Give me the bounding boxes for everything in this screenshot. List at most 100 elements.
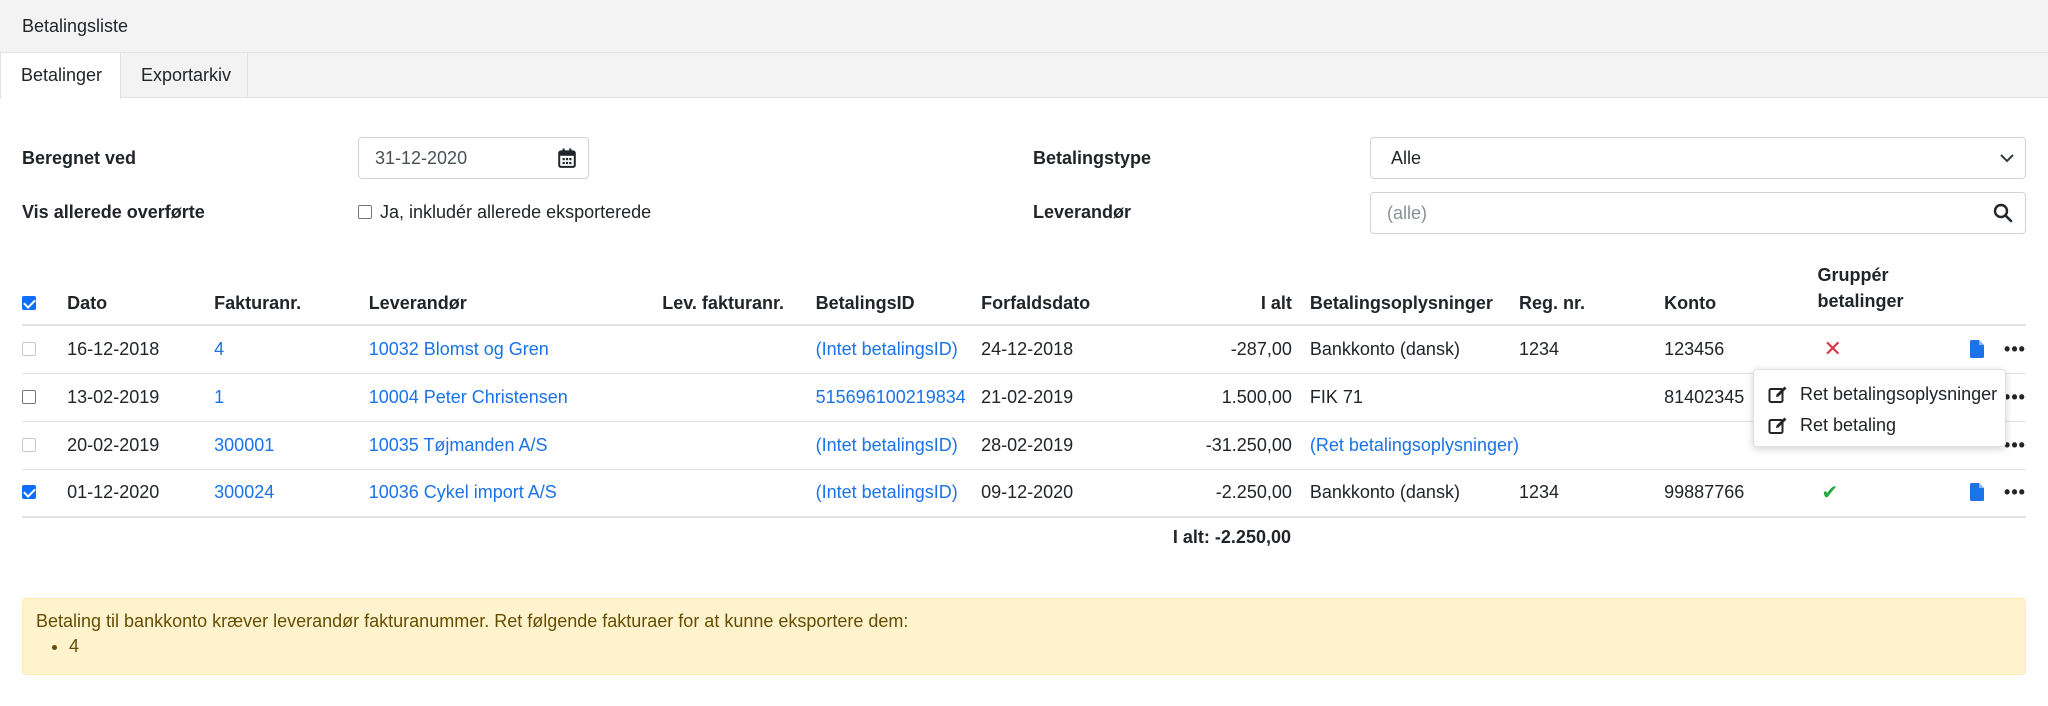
row-checkbox: [22, 437, 36, 452]
more-actions-icon[interactable]: •••: [2004, 482, 2026, 502]
payment-id-link[interactable]: (Intet betalingsID): [815, 421, 982, 470]
col-konto: Konto: [1664, 262, 1818, 326]
tab-betalinger[interactable]: Betalinger: [0, 53, 121, 99]
paytype-label: Betalingstype: [1033, 148, 1152, 168]
cell-betalingsoplysninger: Bankkonto (dansk): [1309, 469, 1519, 518]
cell-regnr: 1234: [1518, 469, 1665, 518]
cell-konto: 123456: [1664, 325, 1818, 374]
table-row: 16-12-2018 4 10032 Blomst og Gren (Intet…: [22, 325, 2026, 374]
edit-payment-info-link[interactable]: (Ret betalingsoplysninger): [1309, 421, 1519, 470]
cell-lev-fakturanr: [662, 469, 816, 518]
col-regnr: Reg. nr.: [1518, 262, 1665, 326]
include-exported-checkbox[interactable]: Ja, inkludér allerede eksporterede: [358, 202, 651, 223]
chevron-down-icon: [2000, 154, 2014, 163]
payment-id-link[interactable]: 515696100219834: [815, 373, 982, 422]
more-actions-icon[interactable]: •••: [2004, 387, 2026, 407]
more-actions-icon[interactable]: •••: [2004, 339, 2026, 359]
edit-icon: [1768, 386, 1787, 403]
invoice-link[interactable]: 4: [214, 325, 369, 374]
paytype-value: Alle: [1391, 148, 1422, 168]
col-actions: [1970, 262, 2026, 326]
cell-forfaldsdato: 28-02-2019: [981, 421, 1140, 470]
cell-lev-fakturanr: [662, 325, 816, 374]
cell-regnr: [1518, 373, 1665, 422]
include-exported-label: Ja, inkludér allerede eksporterede: [380, 202, 652, 222]
total-amount: I alt: -2.250,00: [1172, 527, 1291, 547]
col-fakturanr: Fakturanr.: [214, 262, 369, 326]
cell-ialt: -2.250,00: [1139, 469, 1310, 518]
menu-item-label: Ret betaling: [1800, 415, 1897, 435]
table-row: 13-02-2019 1 10004 Peter Christensen 515…: [22, 373, 2026, 422]
cell-dato: 13-02-2019: [67, 373, 215, 422]
cell-regnr: [1518, 421, 1665, 470]
alert-list: 4: [69, 636, 79, 657]
checkbox-box[interactable]: [358, 205, 372, 219]
invoice-link[interactable]: 300001: [214, 421, 369, 470]
document-icon[interactable]: [1970, 483, 1985, 502]
search-icon[interactable]: [1993, 203, 2013, 223]
cell-ialt: -287,00: [1139, 325, 1310, 374]
show-exported-label: Vis allerede overførte: [22, 202, 205, 222]
col-leverandor: Leverandør: [368, 262, 663, 326]
tab-exportarkiv[interactable]: Exportarkiv: [121, 53, 248, 98]
cell-forfaldsdato: 09-12-2020: [981, 469, 1140, 518]
cell-dato: 01-12-2020: [67, 469, 215, 518]
col-dato: Dato: [67, 262, 215, 326]
cell-ialt: 1.500,00: [1139, 373, 1310, 422]
more-actions-icon[interactable]: •••: [2004, 435, 2026, 455]
table-row: 20-02-2019 300001 10035 Tøjmanden A/S (I…: [22, 421, 2026, 470]
cell-dato: 16-12-2018: [67, 325, 215, 374]
invoice-link[interactable]: 1: [214, 373, 369, 422]
row-checkbox[interactable]: [22, 485, 36, 500]
valid-check-icon: ✔: [1821, 482, 1839, 505]
cell-lev-fakturanr: [662, 421, 816, 470]
supplier-link[interactable]: 10004 Peter Christensen: [368, 373, 663, 422]
col-betalingsid: BetalingsID: [815, 262, 982, 326]
paytype-select[interactable]: Alle: [1370, 137, 2026, 179]
col-lev-fakturanr: Lev. fakturanr.: [662, 262, 816, 326]
warning-alert: Betaling til bankkonto kræver leverandør…: [22, 598, 2026, 675]
supplier-label: Leverandør: [1033, 202, 1132, 222]
cell-forfaldsdato: 24-12-2018: [981, 325, 1140, 374]
window-title: Betalingsliste: [22, 16, 129, 36]
cell-betalingsoplysninger: Bankkonto (dansk): [1309, 325, 1519, 374]
invalid-x-icon: ✕: [1823, 336, 1842, 362]
cell-lev-fakturanr: [662, 373, 816, 422]
cell-ialt: -31.250,00: [1139, 421, 1310, 470]
table-header: Dato Fakturanr. Leverandør Lev. fakturan…: [22, 262, 2026, 326]
alert-list-item: 4: [69, 636, 79, 657]
calc-date-input[interactable]: 31-12-2020: [358, 137, 589, 179]
calendar-icon[interactable]: [558, 148, 576, 168]
row-checkbox[interactable]: [22, 389, 36, 404]
edit-icon: [1768, 417, 1787, 434]
table-row: 01-12-2020 300024 10036 Cykel import A/S…: [22, 469, 2026, 518]
payment-id-link[interactable]: (Intet betalingsID): [815, 469, 982, 518]
supplier-search-input[interactable]: (alle): [1370, 192, 2026, 234]
cell-forfaldsdato: 21-02-2019: [981, 373, 1140, 422]
calc-date-value: 31-12-2020: [375, 148, 468, 168]
invoice-link[interactable]: 300024: [214, 469, 369, 518]
supplier-link[interactable]: 10032 Blomst og Gren: [368, 325, 663, 374]
col-ialt: I alt: [1139, 262, 1310, 326]
cell-konto: 99887766: [1664, 469, 1818, 518]
calc-date-label: Beregnet ved: [22, 148, 137, 168]
tab-bar: Betalinger Exportarkiv: [0, 53, 2048, 99]
alert-message: Betaling til bankkonto kræver leverandør…: [36, 611, 909, 631]
select-all-cell[interactable]: [22, 262, 68, 326]
payment-id-link[interactable]: (Intet betalingsID): [815, 325, 982, 374]
row-checkbox: [22, 341, 36, 356]
col-forfaldsdato: Forfaldsdato: [981, 262, 1140, 326]
payments-table: Dato Fakturanr. Leverandør Lev. fakturan…: [22, 262, 2026, 518]
supplier-link[interactable]: 10036 Cykel import A/S: [368, 469, 663, 518]
menu-item-label: Ret betalingsoplysninger: [1800, 384, 1998, 404]
col-betalingsoplysninger: Betalingsoplysninger: [1309, 262, 1519, 326]
supplier-placeholder: (alle): [1387, 203, 1428, 223]
col-grupper: Gruppér betalinger: [1817, 262, 1971, 326]
cell-regnr: 1234: [1518, 325, 1665, 374]
title-bar: Betalingsliste: [0, 0, 2048, 53]
select-all-checkbox[interactable]: [22, 296, 36, 310]
cell-betalingsoplysninger: FIK 71: [1309, 373, 1519, 422]
context-menu: Ret betalingsoplysninger Ret betaling: [1753, 369, 2006, 447]
supplier-link[interactable]: 10035 Tøjmanden A/S: [368, 421, 663, 470]
document-icon[interactable]: [1970, 339, 1985, 358]
